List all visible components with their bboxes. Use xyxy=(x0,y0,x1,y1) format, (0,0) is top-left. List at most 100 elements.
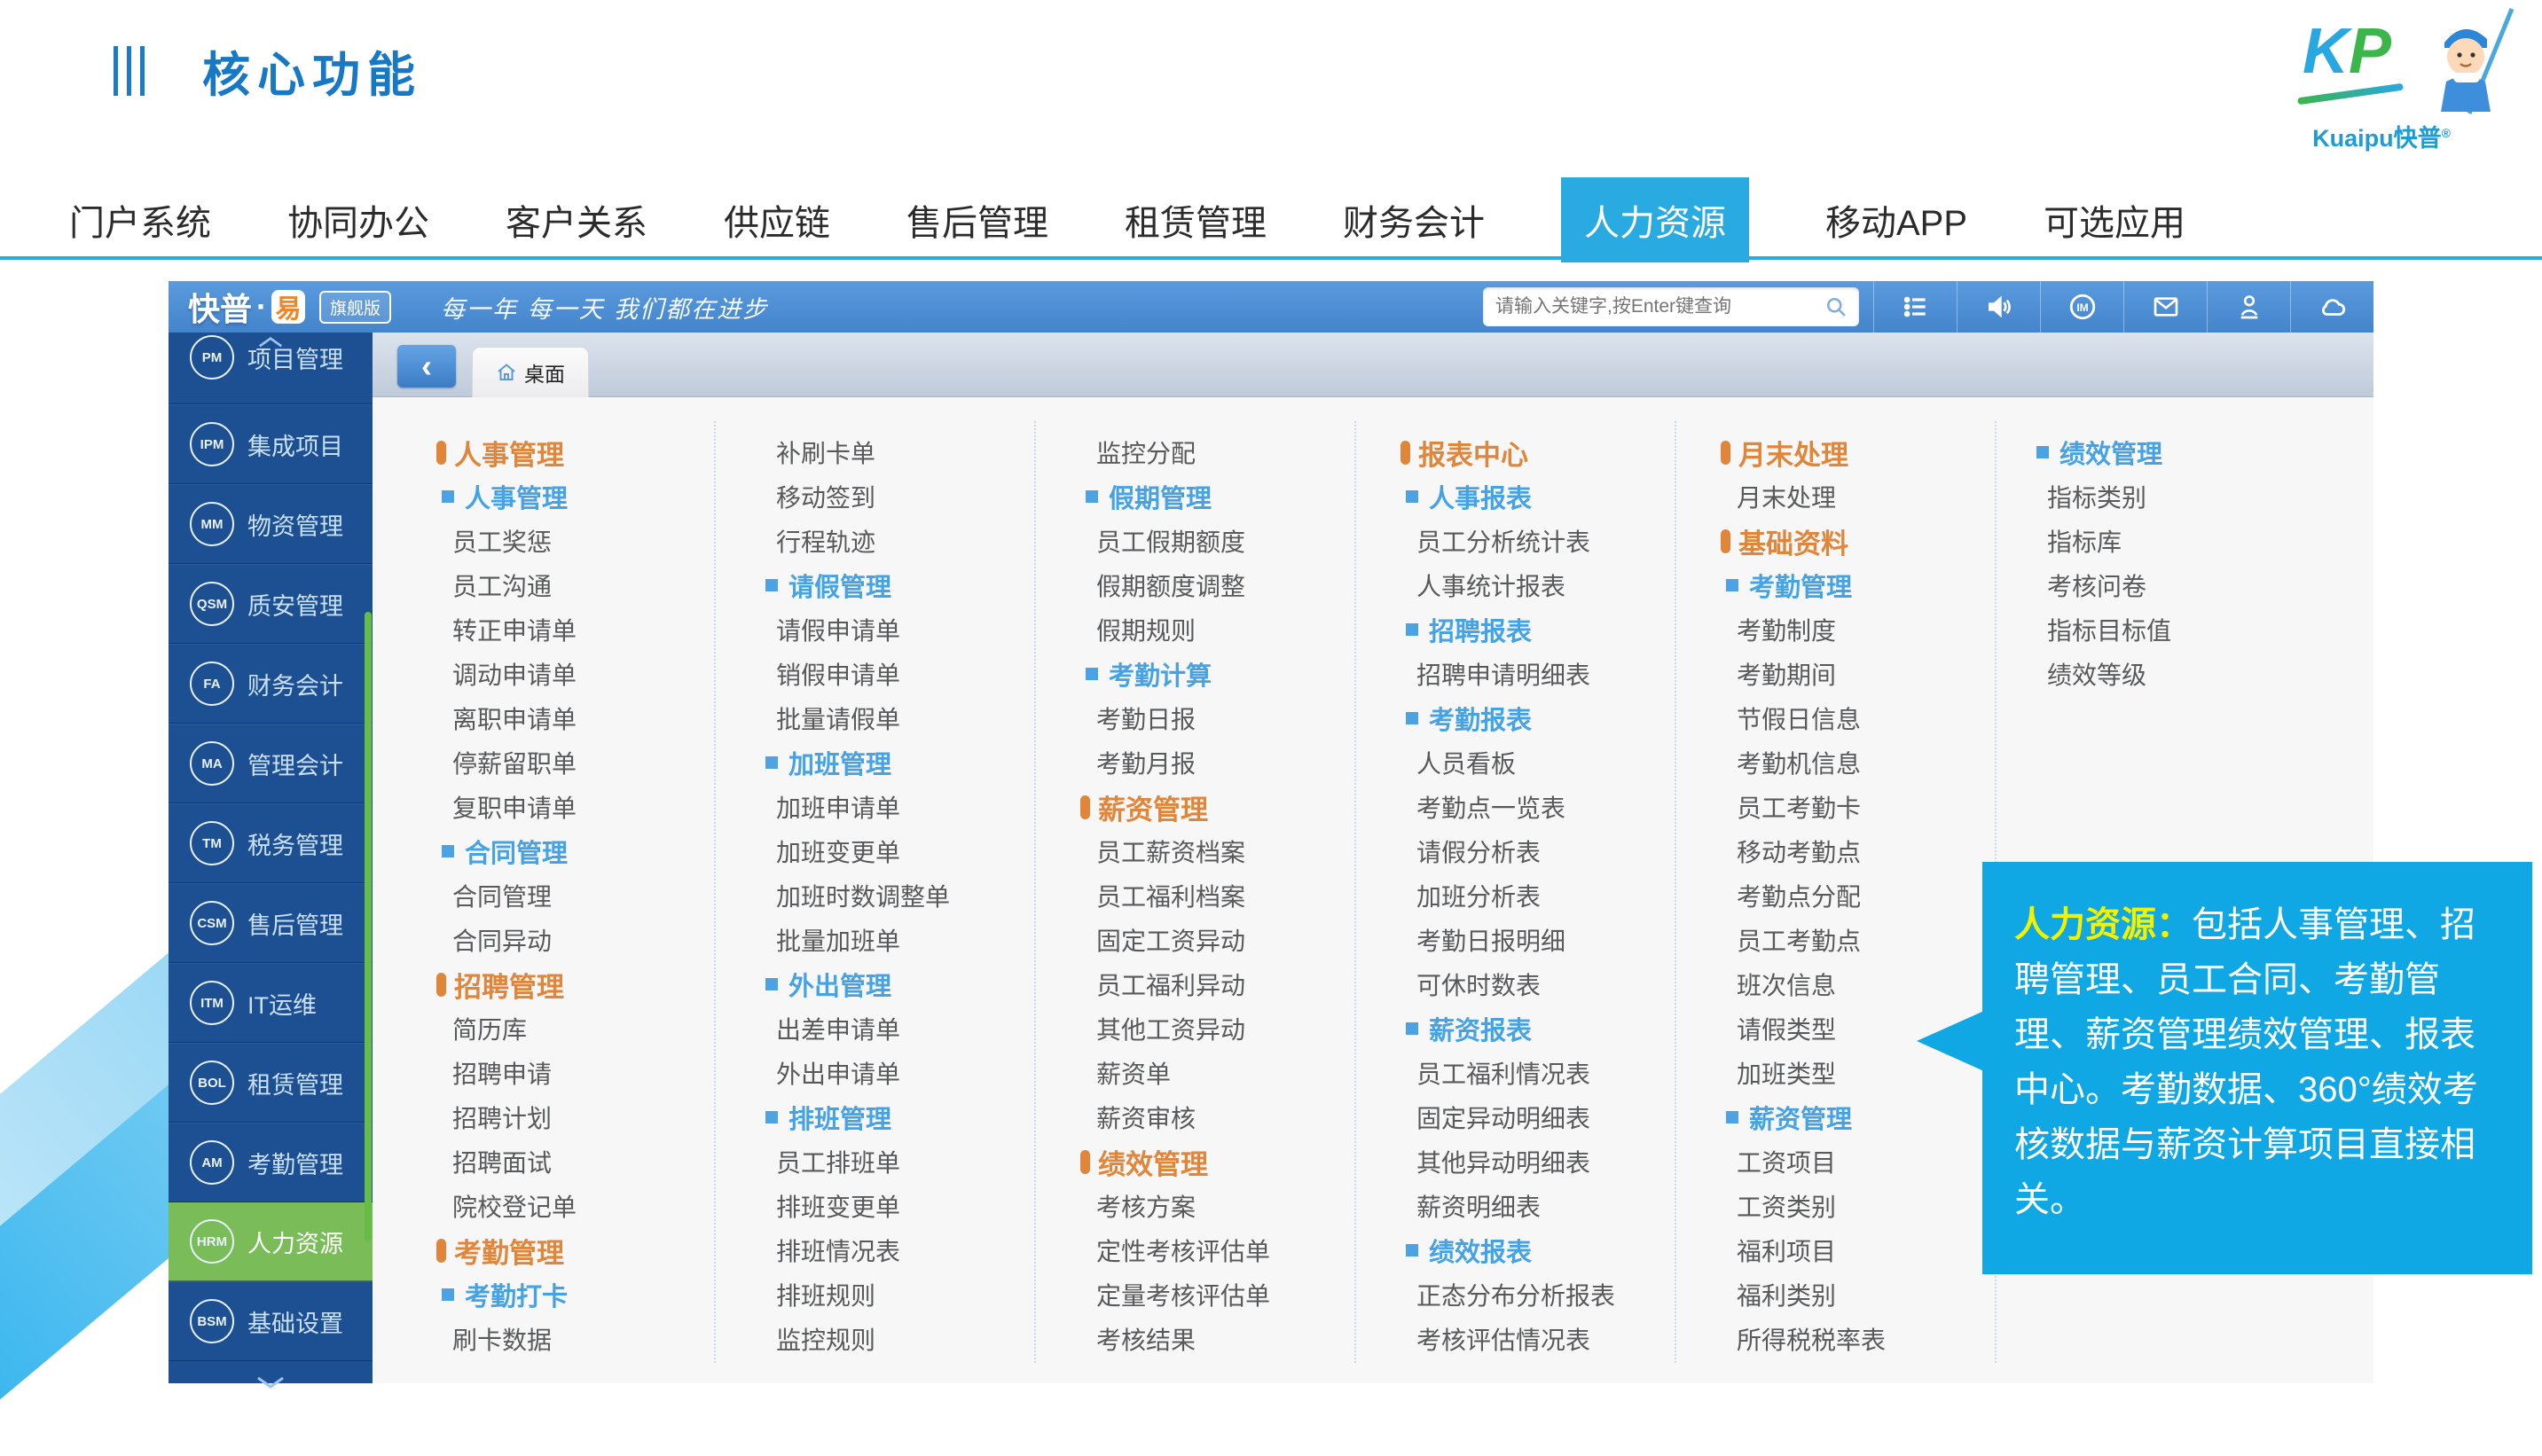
menu-section-header[interactable]: 加班管理 xyxy=(760,740,1066,785)
menu-section-header[interactable]: 合同管理 xyxy=(436,829,742,873)
sidebar-item-tm[interactable]: TM税务管理 xyxy=(169,803,373,883)
menu-item[interactable]: 考核评估情况表 xyxy=(1400,1317,1706,1361)
menu-item[interactable]: 考勤机信息 xyxy=(1721,740,2027,785)
menu-item[interactable]: 薪资明细表 xyxy=(1400,1184,1706,1228)
sidebar-item-bol[interactable]: BOL租赁管理 xyxy=(169,1043,373,1123)
menu-section-header[interactable]: 人事管理 xyxy=(436,474,742,519)
menu-section-header[interactable]: 绩效管理 xyxy=(2031,430,2337,474)
sidebar-item-bsm[interactable]: BSM基础设置 xyxy=(169,1281,373,1361)
menu-item[interactable]: 出差申请单 xyxy=(760,1006,1066,1051)
menu-item[interactable]: 正态分布分析报表 xyxy=(1400,1272,1706,1317)
menu-item[interactable]: 员工薪资档案 xyxy=(1080,829,1386,873)
menu-item[interactable]: 调动申请单 xyxy=(436,652,742,696)
menu-section-header[interactable]: 招聘管理 xyxy=(436,962,742,1006)
menu-section-header[interactable]: 考勤计算 xyxy=(1080,652,1386,696)
menu-item[interactable]: 监控分配 xyxy=(1080,430,1386,474)
menu-item[interactable]: 加班时数调整单 xyxy=(760,873,1066,918)
sidebar-item-csm[interactable]: CSM售后管理 xyxy=(169,883,373,963)
menu-item[interactable]: 员工考勤卡 xyxy=(1721,785,2027,829)
sidebar-item-am[interactable]: AM考勤管理 xyxy=(169,1123,373,1202)
nav-tab-4[interactable]: 供应链 xyxy=(724,194,830,246)
menu-item[interactable]: 批量请假单 xyxy=(760,696,1066,740)
menu-item[interactable]: 考勤日报 xyxy=(1080,696,1386,740)
menu-item[interactable]: 加班申请单 xyxy=(760,785,1066,829)
menu-section-header[interactable]: 薪资报表 xyxy=(1400,1006,1706,1051)
menu-item[interactable]: 批量加班单 xyxy=(760,918,1066,962)
menu-section-header[interactable]: 考勤管理 xyxy=(1721,563,2027,607)
menu-item[interactable]: 考勤点一览表 xyxy=(1400,785,1706,829)
menu-section-header[interactable]: 考勤打卡 xyxy=(436,1272,742,1317)
menu-item[interactable]: 工资项目 xyxy=(1721,1139,2027,1184)
menu-item[interactable]: 销假申请单 xyxy=(760,652,1066,696)
menu-item[interactable]: 加班分析表 xyxy=(1400,873,1706,918)
nav-tab-3[interactable]: 客户关系 xyxy=(506,194,647,246)
menu-section-header[interactable]: 招聘报表 xyxy=(1400,607,1706,652)
sidebar-item-pm[interactable]: PM项目管理 xyxy=(169,333,373,404)
nav-tab-2[interactable]: 协同办公 xyxy=(287,194,429,246)
menu-item[interactable]: 移动签到 xyxy=(760,474,1066,519)
menu-item[interactable]: 其他工资异动 xyxy=(1080,1006,1386,1051)
menu-item[interactable]: 指标库 xyxy=(2031,519,2337,563)
sidebar-item-hrm[interactable]: HRM人力资源 xyxy=(169,1202,373,1281)
menu-item[interactable]: 请假分析表 xyxy=(1400,829,1706,873)
menu-item[interactable]: 员工福利情况表 xyxy=(1400,1051,1706,1095)
menu-item[interactable]: 考勤日报明细 xyxy=(1400,918,1706,962)
menu-item[interactable]: 固定异动明细表 xyxy=(1400,1095,1706,1139)
menu-item[interactable]: 加班变更单 xyxy=(760,829,1066,873)
menu-item[interactable]: 监控规则 xyxy=(760,1317,1066,1361)
nav-tab-9[interactable]: 移动APP xyxy=(1825,194,1967,246)
menu-item[interactable]: 员工假期额度 xyxy=(1080,519,1386,563)
menu-section-header[interactable]: 报表中心 xyxy=(1400,430,1706,474)
sidebar-scrollbar[interactable] xyxy=(365,612,372,1241)
menu-item[interactable]: 补刷卡单 xyxy=(760,430,1066,474)
menu-item[interactable]: 考勤制度 xyxy=(1721,607,2027,652)
menu-item[interactable]: 薪资单 xyxy=(1080,1051,1386,1095)
menu-item[interactable]: 指标类别 xyxy=(2031,474,2337,519)
menu-section-header[interactable]: 绩效管理 xyxy=(1080,1139,1386,1184)
menu-item[interactable]: 移动考勤点 xyxy=(1721,829,2027,873)
menu-section-header[interactable]: 人事报表 xyxy=(1400,474,1706,519)
nav-tab-6[interactable]: 租赁管理 xyxy=(1125,194,1267,246)
nav-tab-7[interactable]: 财务会计 xyxy=(1343,194,1485,246)
menu-item[interactable]: 考核问卷 xyxy=(2031,563,2337,607)
menu-item[interactable]: 福利项目 xyxy=(1721,1228,2027,1272)
menu-section-header[interactable]: 请假管理 xyxy=(760,563,1066,607)
sidebar-item-mm[interactable]: MM物资管理 xyxy=(169,484,373,564)
search-icon[interactable] xyxy=(1824,294,1848,319)
tab-desktop[interactable]: 桌面 xyxy=(472,347,589,397)
menu-section-header[interactable]: 外出管理 xyxy=(760,962,1066,1006)
search-input[interactable] xyxy=(1494,295,1824,318)
menu-item[interactable]: 排班变更单 xyxy=(760,1184,1066,1228)
sidebar-item-ipm[interactable]: IPM集成项目 xyxy=(169,404,373,484)
menu-item[interactable]: 外出申请单 xyxy=(760,1051,1066,1095)
menu-section-header[interactable]: 考勤管理 xyxy=(436,1228,742,1272)
back-button[interactable]: ‹ xyxy=(397,345,456,387)
sidebar-scroll-down[interactable] xyxy=(169,1361,373,1404)
menu-item[interactable]: 停薪留职单 xyxy=(436,740,742,785)
menu-item[interactable]: 院校登记单 xyxy=(436,1184,742,1228)
menu-item[interactable]: 合同管理 xyxy=(436,873,742,918)
menu-section-header[interactable]: 假期管理 xyxy=(1080,474,1386,519)
menu-item[interactable]: 定量考核评估单 xyxy=(1080,1272,1386,1317)
menu-section-header[interactable]: 月末处理 xyxy=(1721,430,2027,474)
menu-item[interactable]: 员工福利档案 xyxy=(1080,873,1386,918)
menu-item[interactable]: 薪资审核 xyxy=(1080,1095,1386,1139)
menu-item[interactable]: 其他异动明细表 xyxy=(1400,1139,1706,1184)
sidebar-item-qsm[interactable]: QSM质安管理 xyxy=(169,564,373,644)
menu-item[interactable]: 假期规则 xyxy=(1080,607,1386,652)
nav-tab-1[interactable]: 门户系统 xyxy=(69,194,211,246)
menu-item[interactable]: 假期额度调整 xyxy=(1080,563,1386,607)
menu-item[interactable]: 合同异动 xyxy=(436,918,742,962)
user-icon[interactable] xyxy=(2207,281,2290,333)
menu-section-header[interactable]: 排班管理 xyxy=(760,1095,1066,1139)
menu-item[interactable]: 考勤点分配 xyxy=(1721,873,2027,918)
menu-item[interactable]: 月末处理 xyxy=(1721,474,2027,519)
menu-section-header[interactable]: 基础资料 xyxy=(1721,519,2027,563)
menu-section-header[interactable]: 薪资管理 xyxy=(1721,1095,2027,1139)
menu-item[interactable]: 刷卡数据 xyxy=(436,1317,742,1361)
menu-item[interactable]: 行程轨迹 xyxy=(760,519,1066,563)
menu-item[interactable]: 人事统计报表 xyxy=(1400,563,1706,607)
menu-item[interactable]: 班次信息 xyxy=(1721,962,2027,1006)
menu-section-header[interactable]: 人事管理 xyxy=(436,430,742,474)
menu-section-header[interactable]: 薪资管理 xyxy=(1080,785,1386,829)
